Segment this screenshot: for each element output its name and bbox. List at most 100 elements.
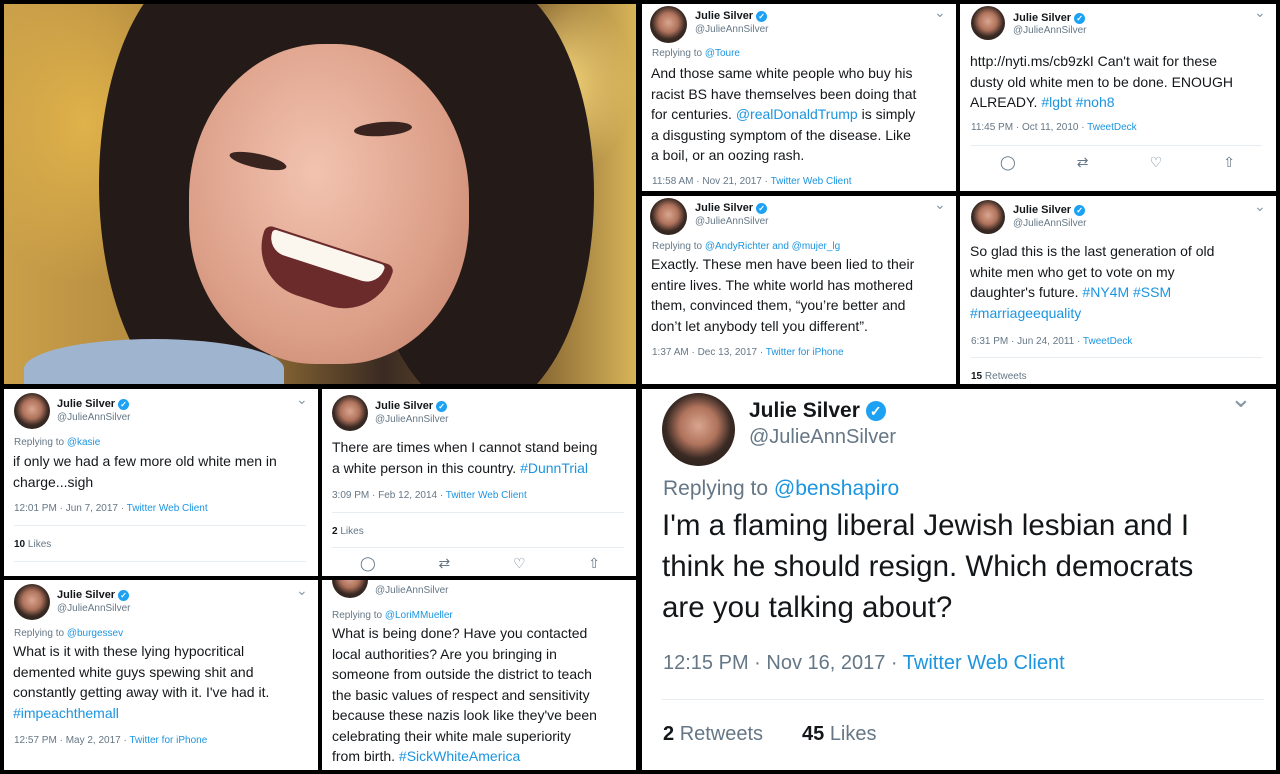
chevron-down-icon[interactable]: ⌄: [296, 582, 308, 599]
author-name[interactable]: Julie Silver ✓: [749, 399, 886, 423]
tweet-timestamp[interactable]: 12:15 PM · Nov 16, 2017 · Twitter Web Cl…: [663, 652, 1065, 675]
hashtag-impeachthemall[interactable]: #impeachthemall: [13, 705, 119, 721]
divider: [14, 561, 306, 562]
author-handle[interactable]: @JulieAnnSilver: [57, 603, 131, 614]
reply-mention[interactable]: @benshapiro: [774, 477, 899, 500]
replying-to: Replying to @kasie: [14, 437, 101, 448]
tweet-timestamp[interactable]: 12:01 PM · Jun 7, 2017 · Twitter Web Cli…: [14, 503, 208, 514]
avatar: [332, 580, 368, 598]
tweet-timestamp[interactable]: 12:57 PM · May 2, 2017 · Twitter for iPh…: [14, 735, 207, 746]
tweet-timestamp[interactable]: 11:45 PM · Oct 11, 2010 · TweetDeck: [971, 122, 1137, 133]
client-link[interactable]: TweetDeck: [1087, 122, 1136, 133]
client-link[interactable]: Twitter for iPhone: [129, 735, 207, 746]
hashtag-marriageequality[interactable]: #marriageequality: [970, 305, 1081, 321]
divider: [971, 357, 1262, 358]
client-link[interactable]: Twitter Web Client: [903, 652, 1065, 674]
share-icon[interactable]: ⇧: [588, 555, 600, 572]
client-link[interactable]: Twitter for iPhone: [766, 347, 844, 358]
author-handle[interactable]: @JulieAnnSilver: [1013, 218, 1087, 229]
client-link[interactable]: Twitter Web Client: [127, 503, 208, 514]
chevron-down-icon[interactable]: ⌄: [1254, 198, 1266, 215]
hashtag-noh8[interactable]: #noh8: [1076, 94, 1115, 110]
divider: [971, 145, 1262, 146]
client-link[interactable]: Twitter Web Client: [771, 176, 852, 187]
reply-icon[interactable]: ◯: [360, 555, 376, 572]
author-name[interactable]: Julie Silver ✓: [1013, 12, 1086, 24]
tweet-text: What is being done? Have you contacted l…: [332, 625, 597, 764]
avatar: [650, 6, 687, 43]
tweet-text: So glad this is the last generation of o…: [970, 243, 1215, 321]
retweet-icon[interactable]: ⇄: [1077, 154, 1089, 171]
author-handle[interactable]: @JulieAnnSilver: [1013, 25, 1087, 36]
author-name[interactable]: Julie Silver ✓: [57, 398, 130, 410]
author-handle[interactable]: @JulieAnnSilver: [695, 216, 769, 227]
divider: [332, 547, 624, 548]
tweet-timestamp[interactable]: 6:31 PM · Jun 24, 2011 · TweetDeck: [971, 336, 1132, 347]
reply-mention[interactable]: @LoriMMueller: [385, 610, 453, 621]
retweet-icon[interactable]: ⇄: [438, 555, 450, 572]
chevron-down-icon[interactable]: ⌄: [934, 4, 946, 21]
author-handle[interactable]: @JulieAnnSilver: [375, 414, 449, 425]
author-handle[interactable]: @JulieAnnSilver: [695, 24, 769, 35]
face: [189, 44, 469, 364]
tweet-card-1: Julie Silver ✓ @JulieAnnSilver ⌄ Replyin…: [642, 4, 956, 191]
likes-count[interactable]: 45 Likes: [802, 723, 877, 746]
avatar: [662, 393, 735, 466]
hashtag-ny4m[interactable]: #NY4M: [1082, 284, 1129, 300]
tweet-card-7: Julie Silver ✓ @JulieAnnSilver ⌄ Replyin…: [4, 580, 318, 770]
hashtag-lgbt[interactable]: #lgbt: [1041, 94, 1071, 110]
chevron-down-icon[interactable]: ⌄: [1254, 4, 1266, 21]
replying-to: Replying to @benshapiro: [663, 477, 900, 500]
author-name[interactable]: Julie Silver ✓: [695, 10, 768, 22]
tweet-text: Exactly. These men have been lied to the…: [651, 256, 915, 334]
mention-link[interactable]: @realDonaldTrump: [736, 106, 858, 122]
client-link[interactable]: Twitter Web Client: [446, 490, 527, 501]
chevron-down-icon[interactable]: ⌄: [296, 391, 308, 408]
author-handle[interactable]: @JulieAnnSilver: [749, 426, 896, 449]
avatar: [14, 393, 50, 429]
reply-icon[interactable]: ◯: [1000, 154, 1016, 171]
replying-to: Replying to @burgessev: [14, 628, 124, 639]
tweet-card-3: Julie Silver ✓ @JulieAnnSilver ⌄ Replyin…: [642, 196, 956, 384]
retweet-count[interactable]: 15 Retweets: [971, 371, 1027, 382]
tweet-text: There are times when I cannot stand bein…: [332, 439, 598, 476]
like-icon[interactable]: ♡: [513, 555, 526, 572]
client-link[interactable]: TweetDeck: [1083, 336, 1132, 347]
tweet-card-4: Julie Silver ✓ @JulieAnnSilver ⌄ So glad…: [960, 196, 1276, 384]
chevron-down-icon[interactable]: ⌄: [1230, 389, 1252, 414]
reply-mention[interactable]: @Toure: [705, 48, 740, 59]
author-handle[interactable]: @JulieAnnSilver: [375, 585, 449, 596]
tweet-text: http://nyti.ms/cb9zkI Can't wait for the…: [970, 53, 1234, 110]
tweet-card-5: Julie Silver ✓ @JulieAnnSilver ⌄ Replyin…: [4, 389, 318, 576]
avatar: [650, 198, 687, 235]
reply-mention[interactable]: @burgessev: [67, 628, 123, 639]
author-name[interactable]: Julie Silver ✓: [1013, 204, 1086, 216]
action-bar: ◯ ⇄ ♡ ⇧: [360, 555, 600, 572]
author-handle[interactable]: @JulieAnnSilver: [57, 412, 131, 423]
reply-mention[interactable]: @kasie: [67, 437, 101, 448]
hashtag-sickwhiteamerica[interactable]: #SickWhiteAmerica: [399, 748, 520, 764]
author-name[interactable]: Julie Silver ✓: [57, 589, 130, 601]
chevron-down-icon[interactable]: ⌄: [934, 196, 946, 213]
hashtag-ssm[interactable]: #SSM: [1133, 284, 1171, 300]
tweet-timestamp[interactable]: 1:37 AM · Dec 13, 2017 · Twitter for iPh…: [652, 347, 844, 358]
hashtag-dunntrial[interactable]: #DunnTrial: [520, 460, 588, 476]
likes-count[interactable]: 10 Likes: [14, 539, 51, 550]
retweet-count[interactable]: 2 Retweets: [663, 723, 763, 746]
tweet-timestamp[interactable]: 11:58 AM · Nov 21, 2017 · Twitter Web Cl…: [652, 176, 852, 187]
author-name[interactable]: Julie Silver ✓: [695, 202, 768, 214]
avatar: [971, 200, 1005, 234]
likes-count[interactable]: 2 Likes: [332, 526, 364, 537]
url-link[interactable]: http://nyti.ms/cb9zkI: [970, 53, 1094, 69]
divider: [14, 525, 306, 526]
share-icon[interactable]: ⇧: [1223, 154, 1235, 171]
author-name[interactable]: Julie Silver ✓: [375, 400, 448, 412]
portrait-photo: [4, 4, 636, 384]
verified-badge-icon: ✓: [865, 401, 886, 422]
like-icon[interactable]: ♡: [1150, 154, 1163, 171]
divider: [332, 512, 624, 513]
tweet-text: if only we had a few more old white men …: [13, 453, 277, 490]
reply-mention[interactable]: @AndyRichter and @mujer_lg: [705, 241, 840, 252]
replying-to: Replying to @AndyRichter and @mujer_lg: [652, 241, 841, 252]
tweet-timestamp[interactable]: 3:09 PM · Feb 12, 2014 · Twitter Web Cli…: [332, 490, 527, 501]
